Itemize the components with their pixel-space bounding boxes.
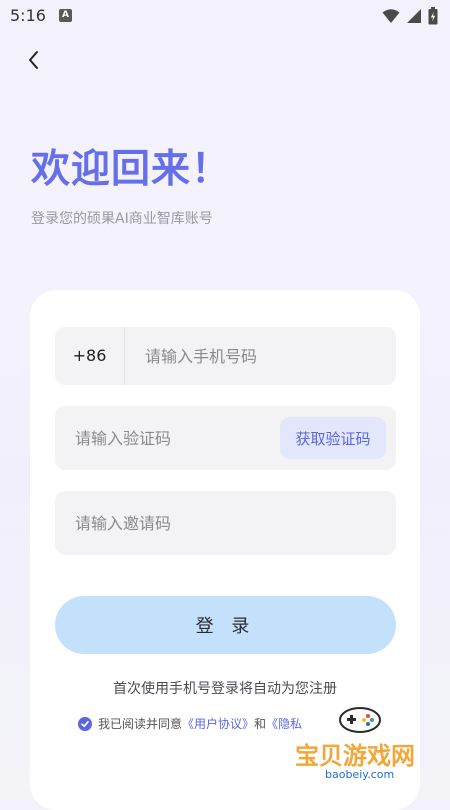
notification-app-icon: A	[59, 9, 72, 22]
invite-code-input[interactable]	[75, 491, 375, 555]
user-agreement-link[interactable]: 《用户协议》	[182, 715, 254, 732]
verification-code-field: 获取验证码	[55, 406, 396, 470]
verification-code-input[interactable]	[75, 406, 255, 470]
watermark: 宝贝游戏网 baobeiy.com	[295, 700, 435, 790]
check-icon	[81, 720, 89, 727]
login-button[interactable]: 登 录	[55, 596, 396, 654]
country-code-selector[interactable]: +86	[55, 327, 125, 385]
status-time: 5:16	[10, 6, 46, 25]
status-indicators	[382, 7, 438, 25]
welcome-title: 欢迎回来！	[31, 147, 232, 192]
gamepad-logo-icon	[339, 707, 381, 733]
phone-field: +86	[55, 327, 396, 385]
agreement-and: 和	[254, 717, 267, 731]
back-button[interactable]	[22, 46, 48, 74]
phone-input[interactable]	[145, 327, 375, 385]
status-bar: 5:16 A	[0, 0, 450, 32]
agreement-prefix: 我已阅读并同意	[98, 717, 183, 731]
wifi-icon	[382, 9, 400, 23]
get-code-button[interactable]: 获取验证码	[280, 417, 386, 459]
auto-register-note: 首次使用手机号登录将自动为您注册	[113, 681, 337, 697]
signal-icon	[407, 9, 421, 23]
watermark-text: 宝贝游戏网	[295, 742, 415, 770]
welcome-subtitle: 登录您的硕果AI商业智库账号	[31, 211, 213, 227]
agree-checkbox[interactable]	[78, 716, 92, 731]
invite-code-field	[55, 491, 396, 555]
agreement-row: 我已阅读并同意 《用户协议》 和 《隐私	[78, 715, 302, 732]
watermark-url: baobeiy.com	[325, 768, 395, 781]
chevron-left-icon	[29, 51, 38, 69]
battery-icon	[428, 7, 438, 25]
